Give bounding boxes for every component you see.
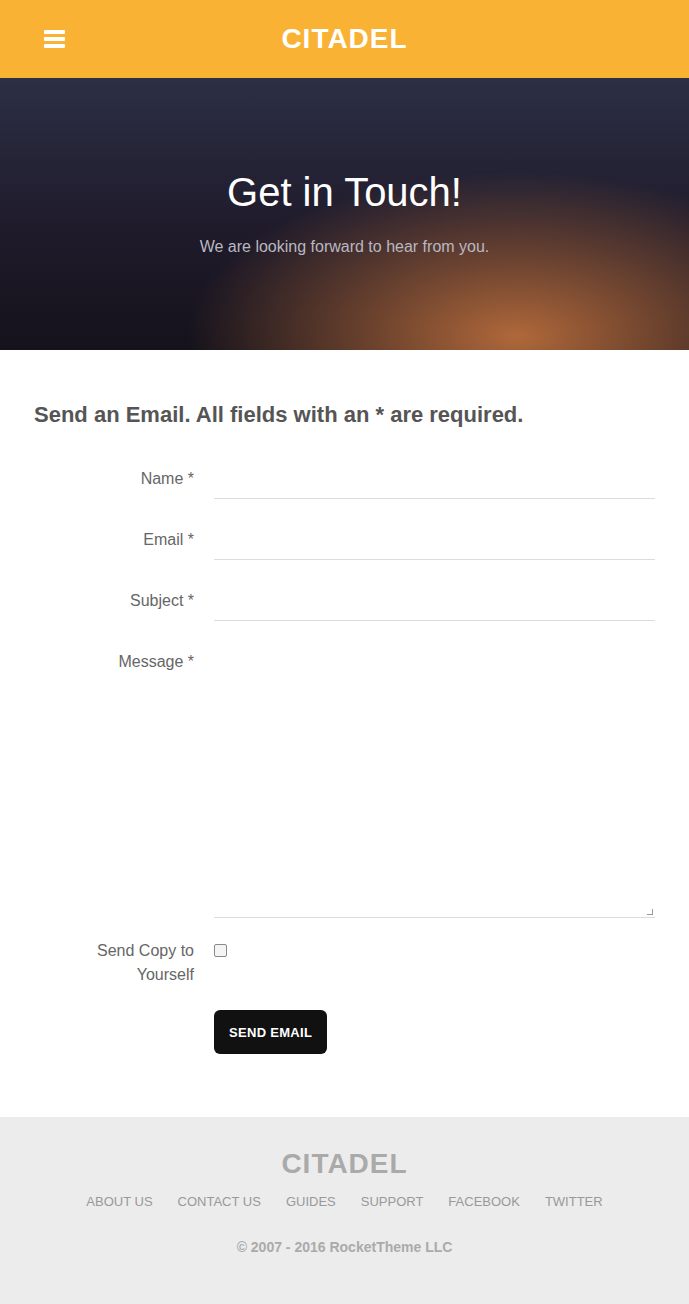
- hero: Get in Touch! We are looking forward to h…: [0, 78, 689, 350]
- form-row: Subject *: [34, 581, 655, 621]
- message-field[interactable]: [214, 642, 655, 918]
- text-field[interactable]: [214, 581, 655, 621]
- menu-icon[interactable]: [44, 30, 65, 48]
- form-row: Name *: [34, 459, 655, 499]
- field-label: Email *: [143, 520, 194, 560]
- footer-link[interactable]: TWITTER: [545, 1193, 603, 1211]
- hero-subtitle: We are looking forward to hear from you.: [200, 236, 490, 258]
- copy-checkbox[interactable]: [214, 944, 227, 957]
- logo[interactable]: CITADEL: [281, 22, 407, 56]
- footer-links: ABOUT US CONTACT US GUIDES SUPPORT FACEBOOK T…: [86, 1193, 602, 1211]
- contact-form: Name * Email * Subject * Message * Send Copy…: [34, 459, 655, 1054]
- page: CITADEL Get in Touch! We are looking forwa…: [0, 0, 689, 1304]
- resize-icon[interactable]: [647, 909, 653, 915]
- copy-label: Send Copy to Yourself: [84, 939, 194, 987]
- footer-link[interactable]: GUIDES: [286, 1193, 336, 1211]
- footer-link[interactable]: CONTACT US: [178, 1193, 261, 1211]
- text-field[interactable]: [214, 520, 655, 560]
- copy-row: Send Copy to Yourself: [34, 939, 655, 987]
- text-field[interactable]: [214, 459, 655, 499]
- contact-section: Send an Email. All fields with an * are …: [0, 350, 689, 1117]
- form-heading: Send an Email. All fields with an * are …: [34, 400, 655, 429]
- button-row: SEND EMAIL: [34, 1008, 655, 1054]
- footer-logo[interactable]: CITADEL: [281, 1147, 407, 1181]
- copyright: © 2007 - 2016 RocketTheme LLC: [237, 1239, 453, 1255]
- field-label: Subject *: [130, 581, 194, 621]
- send-button[interactable]: SEND EMAIL: [214, 1010, 327, 1054]
- form-row: Message *: [34, 642, 655, 918]
- hero-title: Get in Touch!: [227, 168, 462, 216]
- footer: CITADEL ABOUT US CONTACT US GUIDES SUPPORT FA…: [0, 1117, 689, 1304]
- footer-link[interactable]: ABOUT US: [86, 1193, 152, 1211]
- footer-link[interactable]: FACEBOOK: [448, 1193, 520, 1211]
- footer-link[interactable]: SUPPORT: [361, 1193, 424, 1211]
- form-row: Email *: [34, 520, 655, 560]
- field-label: Name *: [141, 459, 194, 499]
- field-label: Message *: [118, 642, 194, 918]
- header: CITADEL: [0, 0, 689, 78]
